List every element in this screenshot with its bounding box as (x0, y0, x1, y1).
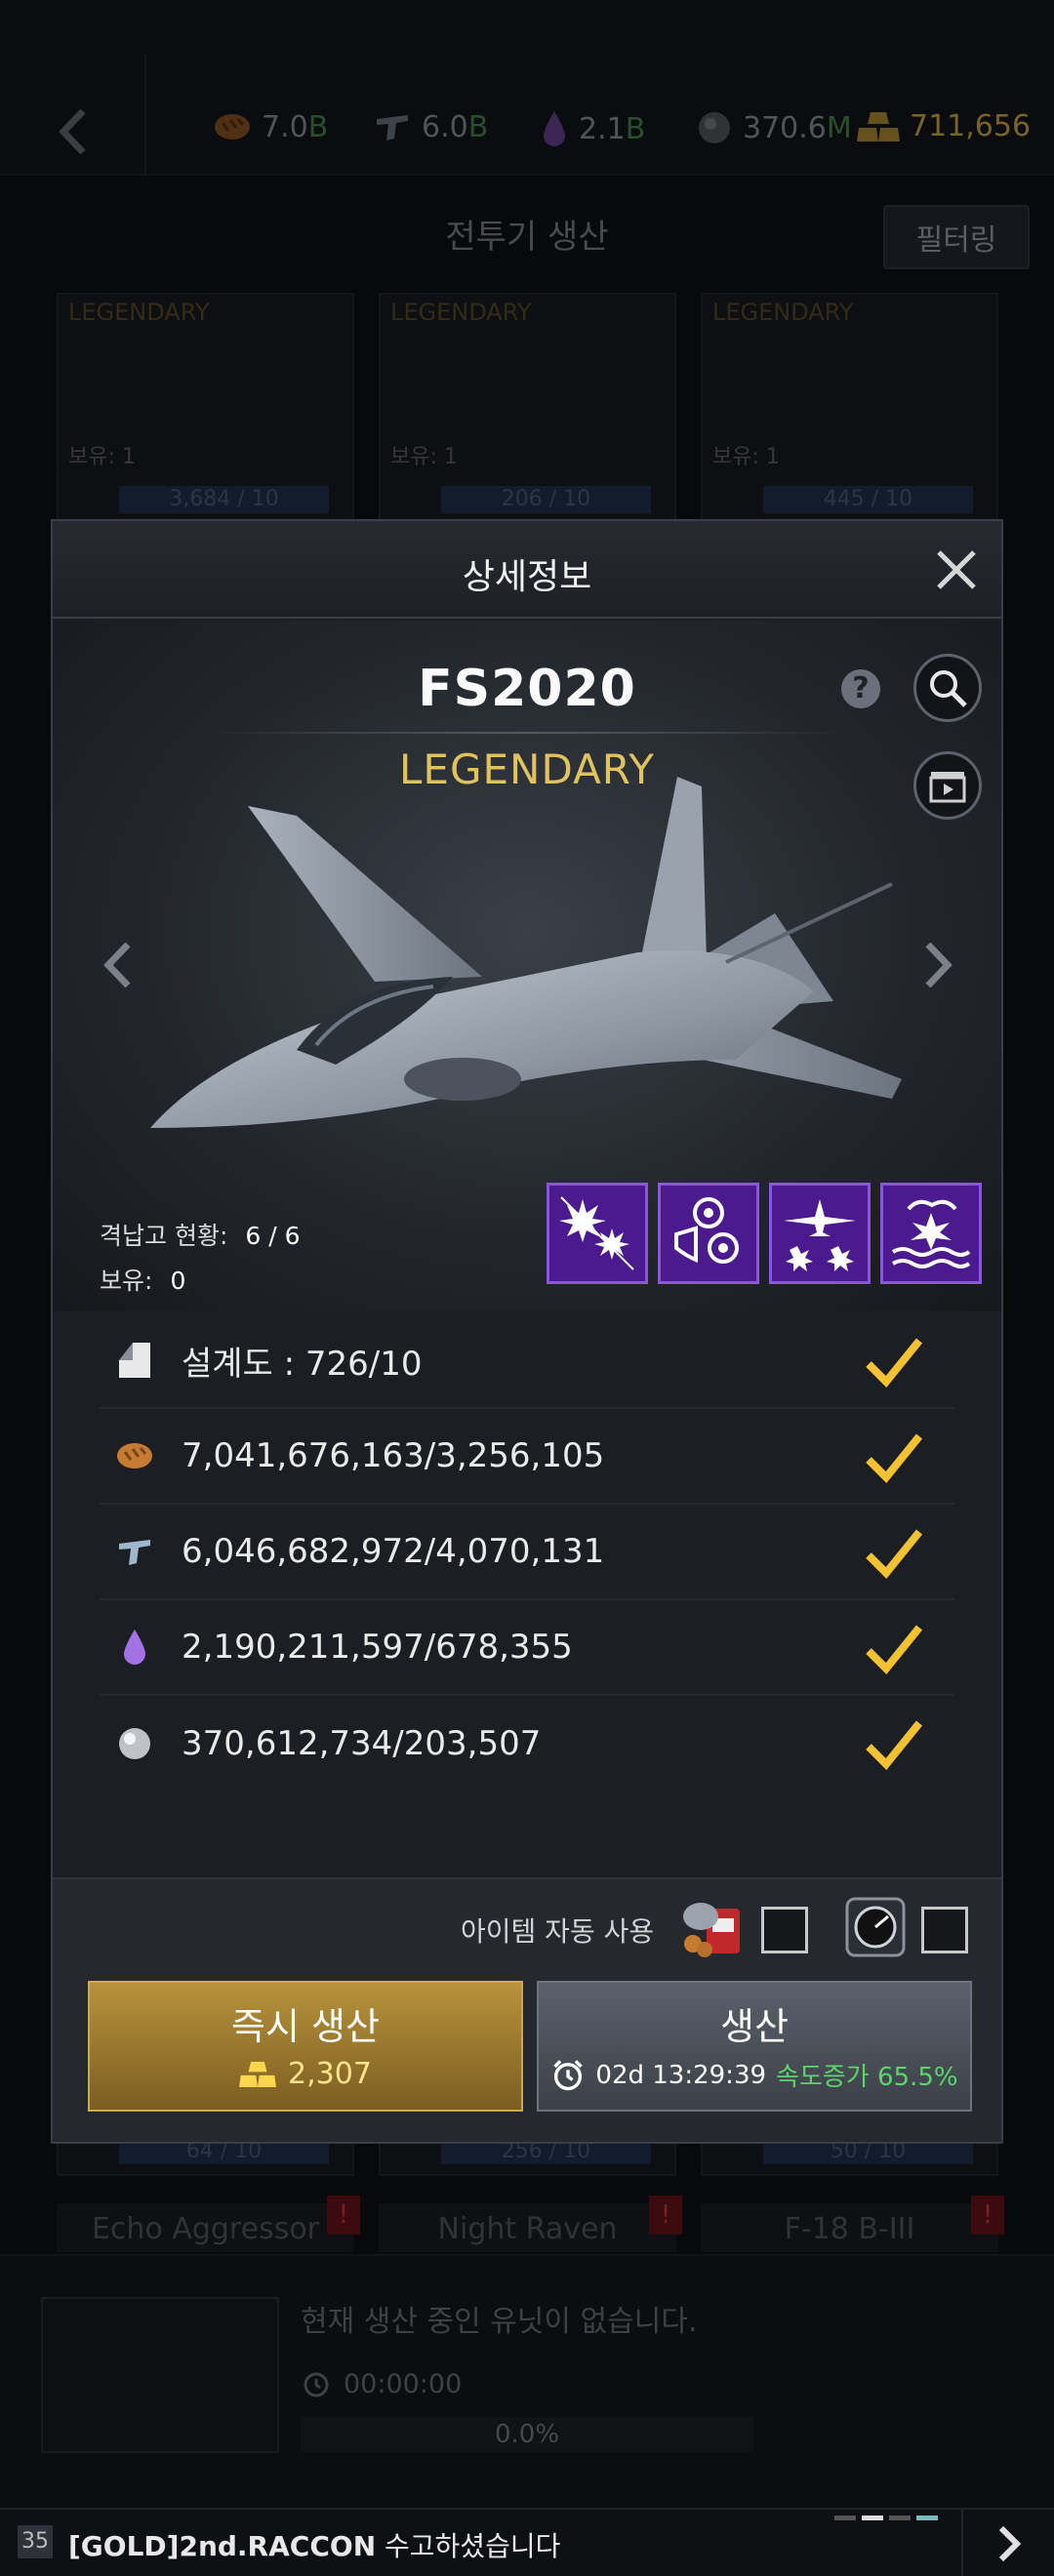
checkmark-icon (866, 1720, 923, 1770)
chat-pager (834, 2516, 938, 2520)
skill-list (547, 1183, 982, 1284)
instant-cost-value: 2,307 (288, 2057, 372, 2091)
requirement-row: 6,046,682,972/4,070,131 (100, 1505, 954, 1600)
requirement-row: 7,041,676,163/3,256,105 (100, 1409, 954, 1505)
action-area: 아이템 자동 사용 즉시 생산 2,307 생산 02d 13:29:39 속도… (53, 1877, 1001, 2142)
requirement-text: 6,046,682,972/4,070,131 (182, 1532, 605, 1571)
fighter-jet-image (150, 777, 902, 1128)
alarm-clock-icon (553, 2059, 584, 2090)
magnifier-icon (930, 670, 967, 707)
steel-icon (113, 1530, 156, 1573)
modal-header: 상세정보 (53, 521, 1001, 619)
fuel-boost-item-icon (683, 1903, 740, 1957)
skill-shield-icon[interactable] (658, 1183, 759, 1284)
chevron-right-icon (998, 2525, 1021, 2562)
speed-boost-text: 속도증가 65.5% (776, 2063, 958, 2092)
chat-level-badge: 35 (18, 2525, 53, 2558)
modal-title: 상세정보 (462, 557, 592, 597)
plane-showcase: FS2020 LEGENDARY ? 격납고 현황: 6 / 6 보유: 0 (53, 621, 1001, 1311)
hangar-value: 6 / 6 (245, 1222, 301, 1250)
produce-time: 02d 13:29:39 (595, 2060, 767, 2090)
chat-text: 수고하셨습니다 (385, 2530, 561, 2562)
produce-time-info: 02d 13:29:39 속도증가 65.5% (539, 2057, 970, 2093)
skill-burst-icon[interactable] (547, 1183, 648, 1284)
auto-item-checkbox-1[interactable] (761, 1907, 808, 1953)
requirement-row: 설계도 : 726/10 (100, 1313, 954, 1409)
requirement-text: 설계도 : 726/10 (182, 1344, 423, 1384)
instant-produce-label: 즉시 생산 (231, 2005, 380, 2048)
owned-label: 보유: (100, 1267, 153, 1295)
oil-drop-icon (113, 1626, 156, 1669)
instant-produce-button[interactable]: 즉시 생산 2,307 (88, 1981, 523, 2112)
owned-value: 0 (170, 1267, 186, 1295)
produce-button[interactable]: 생산 02d 13:29:39 속도증가 65.5% (537, 1981, 972, 2112)
skill-airstrike-icon[interactable] (769, 1183, 871, 1284)
gold-bars-icon (239, 2061, 277, 2087)
speed-gauge-item-icon (845, 1897, 906, 1957)
blueprint-icon (113, 1339, 156, 1382)
skill-naval-icon[interactable] (880, 1183, 982, 1284)
divider (209, 732, 845, 734)
bread-icon (113, 1434, 156, 1477)
help-button[interactable]: ? (841, 669, 880, 708)
auto-item-checkbox-2[interactable] (921, 1907, 968, 1953)
video-clapper-icon (929, 772, 966, 803)
close-button[interactable] (929, 543, 984, 597)
mineral-icon (113, 1722, 156, 1765)
chat-expand-button[interactable] (961, 2510, 1054, 2576)
checkmark-icon (866, 1338, 923, 1388)
detail-modal: 상세정보 FS2020 LEGENDARY ? 격납고 현황: 6 / 6 보유… (51, 519, 1003, 2144)
checkmark-icon (866, 1529, 923, 1579)
auto-item-label: 아이템 자동 사용 (461, 1915, 655, 1948)
requirement-text: 2,190,211,597/678,355 (182, 1628, 573, 1667)
requirement-text: 7,041,676,163/3,256,105 (182, 1436, 605, 1475)
close-icon (937, 550, 976, 589)
chat-sender: [GOLD]2nd.RACCON (68, 2530, 377, 2562)
hangar-label: 격납고 현황: (100, 1222, 228, 1250)
chat-message: [GOLD]2nd.RACCON 수고하셨습니다 (68, 2525, 560, 2564)
requirement-row: 370,612,734/203,507 (100, 1696, 954, 1791)
checkmark-icon (866, 1625, 923, 1674)
hangar-info: 격납고 현황: 6 / 6 보유: 0 (100, 1214, 301, 1304)
requirement-list: 설계도 : 726/10 7,041,676,163/3,256,105 6,0… (100, 1313, 954, 1791)
chat-bar[interactable]: 35 [GOLD]2nd.RACCON 수고하셨습니다 (0, 2508, 1054, 2576)
requirement-row: 2,190,211,597/678,355 (100, 1600, 954, 1696)
instant-produce-cost: 2,307 (90, 2057, 521, 2091)
requirement-text: 370,612,734/203,507 (182, 1724, 542, 1763)
zoom-button[interactable] (913, 654, 982, 722)
checkmark-icon (866, 1433, 923, 1483)
produce-label: 생산 (720, 2005, 789, 2048)
